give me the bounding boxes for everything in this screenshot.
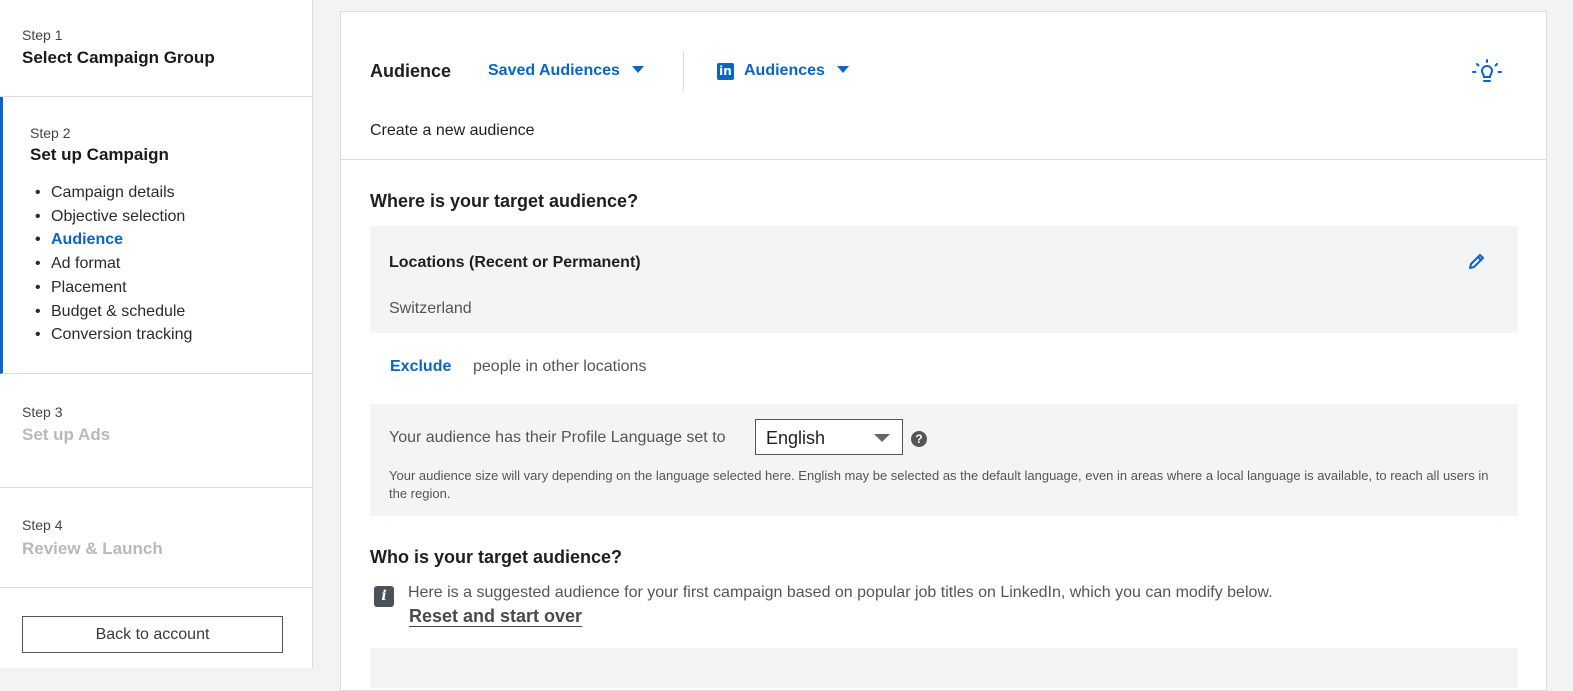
- substep-conversion-tracking[interactable]: Conversion tracking: [35, 323, 192, 347]
- step-1-label: Step 1: [22, 27, 63, 43]
- exclude-link[interactable]: Exclude: [390, 358, 451, 376]
- step-4-title: Review & Launch: [22, 539, 163, 558]
- card-divider: [341, 159, 1546, 160]
- step-3: Step 3 Set up Ads: [0, 374, 312, 488]
- caret-down-icon: [631, 65, 644, 73]
- sidebar: Step 1 Select Campaign Group Step 2 Set …: [0, 0, 313, 668]
- step-2[interactable]: Step 2 Set up Campaign Campaign details …: [0, 97, 312, 374]
- language-panel: Your audience has their Profile Language…: [370, 404, 1518, 516]
- linkedin-logo-icon: in: [717, 62, 734, 80]
- linkedin-audiences-label: Audiences: [744, 62, 825, 79]
- language-label: Your audience has their Profile Language…: [389, 429, 726, 446]
- step-4: Step 4 Review & Launch: [0, 488, 312, 588]
- linkedin-audiences-dropdown[interactable]: in Audiences: [717, 62, 849, 80]
- substep-campaign-details[interactable]: Campaign details: [35, 181, 192, 205]
- step-3-title: Set up Ads: [22, 425, 111, 444]
- substep-list: Campaign details Objective selection Aud…: [35, 181, 192, 347]
- caret-down-icon: [836, 66, 849, 73]
- substep-budget-schedule[interactable]: Budget & schedule: [35, 300, 192, 324]
- audience-heading: Audience: [370, 61, 452, 81]
- chevron-down-icon: [874, 434, 890, 442]
- step-4-label: Step 4: [22, 517, 63, 533]
- locations-panel: Locations (Recent or Permanent) Switzerl…: [370, 226, 1518, 333]
- info-icon: i: [374, 586, 394, 607]
- lightbulb-icon[interactable]: [1471, 58, 1503, 86]
- back-to-account-button[interactable]: Back to account: [22, 616, 283, 653]
- suggestion-text: Here is a suggested audience for your fi…: [408, 584, 1273, 601]
- where-question: Where is your target audience?: [370, 191, 639, 211]
- create-new-audience[interactable]: Create a new audience: [370, 122, 535, 140]
- locations-value: Switzerland: [389, 300, 472, 317]
- saved-audiences-dropdown[interactable]: Saved Audiences: [488, 62, 644, 80]
- audience-card: Audience Saved Audiences in Audiences Cr…: [340, 11, 1547, 691]
- substep-objective-selection[interactable]: Objective selection: [35, 205, 192, 229]
- who-question: Who is your target audience?: [370, 547, 623, 567]
- language-note: Your audience size will vary depending o…: [389, 468, 1489, 501]
- saved-audiences-label: Saved Audiences: [488, 62, 620, 79]
- help-icon[interactable]: ?: [911, 431, 927, 447]
- substep-audience[interactable]: Audience: [35, 228, 192, 252]
- substep-placement[interactable]: Placement: [35, 276, 192, 300]
- language-select-value: English: [766, 428, 826, 448]
- locations-title: Locations (Recent or Permanent): [389, 254, 641, 271]
- step-2-label: Step 2: [30, 125, 71, 141]
- exclude-text: people in other locations: [473, 358, 647, 375]
- audience-attributes-panel: [370, 648, 1518, 688]
- step-2-title: Set up Campaign: [30, 145, 169, 164]
- step-1-title: Select Campaign Group: [22, 48, 215, 67]
- language-select[interactable]: English: [755, 419, 903, 455]
- step-1[interactable]: Step 1 Select Campaign Group: [0, 0, 312, 97]
- substep-ad-format[interactable]: Ad format: [35, 252, 192, 276]
- reset-link[interactable]: Reset and start over: [409, 606, 582, 627]
- step-3-label: Step 3: [22, 404, 63, 420]
- pencil-icon[interactable]: [1466, 250, 1488, 272]
- header-divider: [683, 51, 684, 91]
